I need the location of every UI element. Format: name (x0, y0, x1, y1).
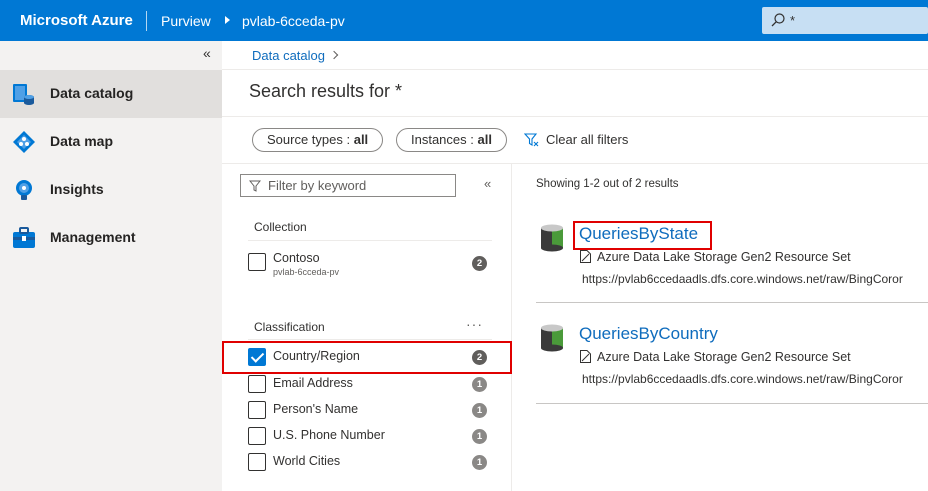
nav-item-insights[interactable]: Insights (0, 166, 222, 214)
breadcrumb-data-catalog[interactable]: Data catalog (252, 48, 325, 63)
search-icon (771, 13, 785, 27)
management-icon (13, 227, 35, 248)
instances-filter-button[interactable]: Instances : all (396, 128, 507, 152)
instances-label: Instances : (411, 132, 478, 147)
checkbox[interactable] (248, 427, 266, 445)
collapse-nav-button[interactable]: « (203, 45, 211, 61)
filter-icon (249, 180, 261, 192)
highlight-box (222, 341, 512, 374)
classification-section-title: Classification (254, 320, 325, 334)
filter-bar: Source types : all Instances : all Clear… (222, 116, 928, 164)
source-types-value: all (353, 132, 369, 147)
checkbox[interactable] (248, 401, 266, 419)
nav-label-insights: Insights (50, 181, 104, 197)
source-types-label: Source types : (267, 132, 354, 147)
result-url: https://pvlab6ccedaadls.dfs.core.windows… (582, 372, 903, 386)
count-badge: 1 (472, 455, 487, 470)
instances-value: all (477, 132, 492, 147)
collection-section-title: Collection (254, 220, 307, 234)
insights-icon (16, 180, 32, 200)
results-summary: Showing 1-2 out of 2 results (536, 178, 679, 190)
facet-persons-name[interactable]: Person's Name 1 (248, 399, 488, 423)
more-options-icon[interactable]: ··· (466, 316, 483, 332)
resource-set-icon (580, 350, 591, 363)
database-icon (541, 224, 563, 252)
checkbox[interactable] (248, 375, 266, 393)
account-name[interactable]: pvlab-6cceda-pv (242, 13, 345, 29)
facet-label: U.S. Phone Number (273, 428, 385, 442)
clear-filter-icon (524, 132, 539, 146)
facet-contoso[interactable]: Contoso pvlab-6cceda-pv 2 (248, 250, 488, 282)
azure-brand[interactable]: Microsoft Azure (20, 12, 133, 29)
clear-all-filters-button[interactable]: Clear all filters (524, 132, 628, 147)
facet-sublabel: pvlab-6cceda-pv (273, 267, 340, 277)
breadcrumb-arrow-icon (225, 16, 230, 24)
nav-label-data-catalog: Data catalog (50, 85, 134, 101)
nav-label-management: Management (50, 229, 136, 245)
collapse-filter-panel-button[interactable]: « (484, 176, 491, 191)
page-title: Search results for * (249, 81, 403, 101)
checkbox[interactable] (248, 253, 266, 271)
nav-item-management[interactable]: Management (0, 214, 222, 262)
clear-all-filters-label: Clear all filters (546, 132, 629, 147)
database-icon (541, 324, 563, 352)
count-badge: 1 (472, 403, 487, 418)
chevron-right-icon (329, 50, 339, 60)
result-divider (536, 302, 928, 303)
left-navigation: « Data catalog Data map Insights Managem… (0, 41, 222, 491)
section-divider (248, 339, 492, 340)
result-url: https://pvlab6ccedaadls.dfs.core.windows… (582, 272, 903, 286)
breadcrumb: Data catalog (222, 41, 928, 70)
result-card[interactable]: QueriesByCountry Azure Data Lake Storage… (536, 318, 928, 388)
purview-link[interactable]: Purview (161, 13, 211, 29)
nav-item-data-map[interactable]: Data map (0, 118, 222, 166)
count-badge: 1 (472, 377, 487, 392)
nav-label-data-map: Data map (50, 133, 114, 149)
count-badge: 2 (472, 256, 487, 271)
resource-set-icon (580, 250, 591, 263)
checkbox[interactable] (248, 453, 266, 471)
nav-item-data-catalog[interactable]: Data catalog (0, 70, 222, 118)
data-catalog-icon (13, 84, 34, 105)
global-search-value: * (790, 13, 796, 28)
source-types-filter-button[interactable]: Source types : all (252, 128, 384, 152)
facet-label: Contoso (273, 251, 320, 265)
keyword-filter-field[interactable] (240, 174, 456, 197)
facet-label: World Cities (273, 454, 341, 468)
facet-us-phone-number[interactable]: U.S. Phone Number 1 (248, 425, 488, 449)
header-divider (146, 11, 147, 31)
facet-email-address[interactable]: Email Address 1 (248, 373, 488, 397)
top-bar: Microsoft Azure Purview pvlab-6cceda-pv … (0, 0, 928, 41)
result-title-link[interactable]: QueriesByCountry (579, 324, 718, 344)
result-type: Azure Data Lake Storage Gen2 Resource Se… (597, 350, 851, 364)
facet-label: Email Address (273, 376, 353, 390)
data-map-icon (13, 131, 35, 153)
keyword-filter-input[interactable] (268, 177, 448, 194)
facet-label: Person's Name (273, 402, 359, 416)
section-divider (248, 240, 492, 241)
highlight-box (573, 221, 712, 250)
global-search-box[interactable]: * (762, 7, 928, 34)
result-divider (536, 403, 928, 404)
result-type: Azure Data Lake Storage Gen2 Resource Se… (597, 250, 851, 264)
count-badge: 1 (472, 429, 487, 444)
facet-world-cities[interactable]: World Cities 1 (248, 451, 488, 475)
filter-panel: « Collection Contoso pvlab-6cceda-pv 2 C… (222, 164, 512, 491)
